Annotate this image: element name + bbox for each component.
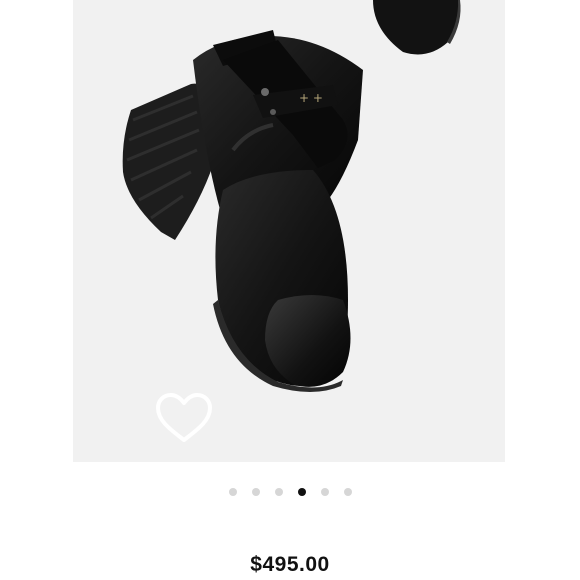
price-label: $495.00 — [250, 553, 330, 576]
product-image[interactable]: + + — [73, 0, 505, 462]
carousel-dot[interactable] — [228, 488, 237, 496]
carousel-dot-active[interactable] — [297, 488, 306, 496]
carousel-dot[interactable] — [251, 488, 260, 496]
boot-illustration: + + — [122, 0, 461, 392]
svg-text:+ +: + + — [299, 91, 323, 105]
carousel-dot[interactable] — [343, 488, 352, 496]
carousel-dot[interactable] — [320, 488, 329, 496]
carousel-pagination — [0, 488, 580, 496]
favorite-button[interactable] — [153, 392, 215, 444]
heart-outline-icon — [156, 393, 212, 442]
carousel-dot[interactable] — [274, 488, 283, 496]
